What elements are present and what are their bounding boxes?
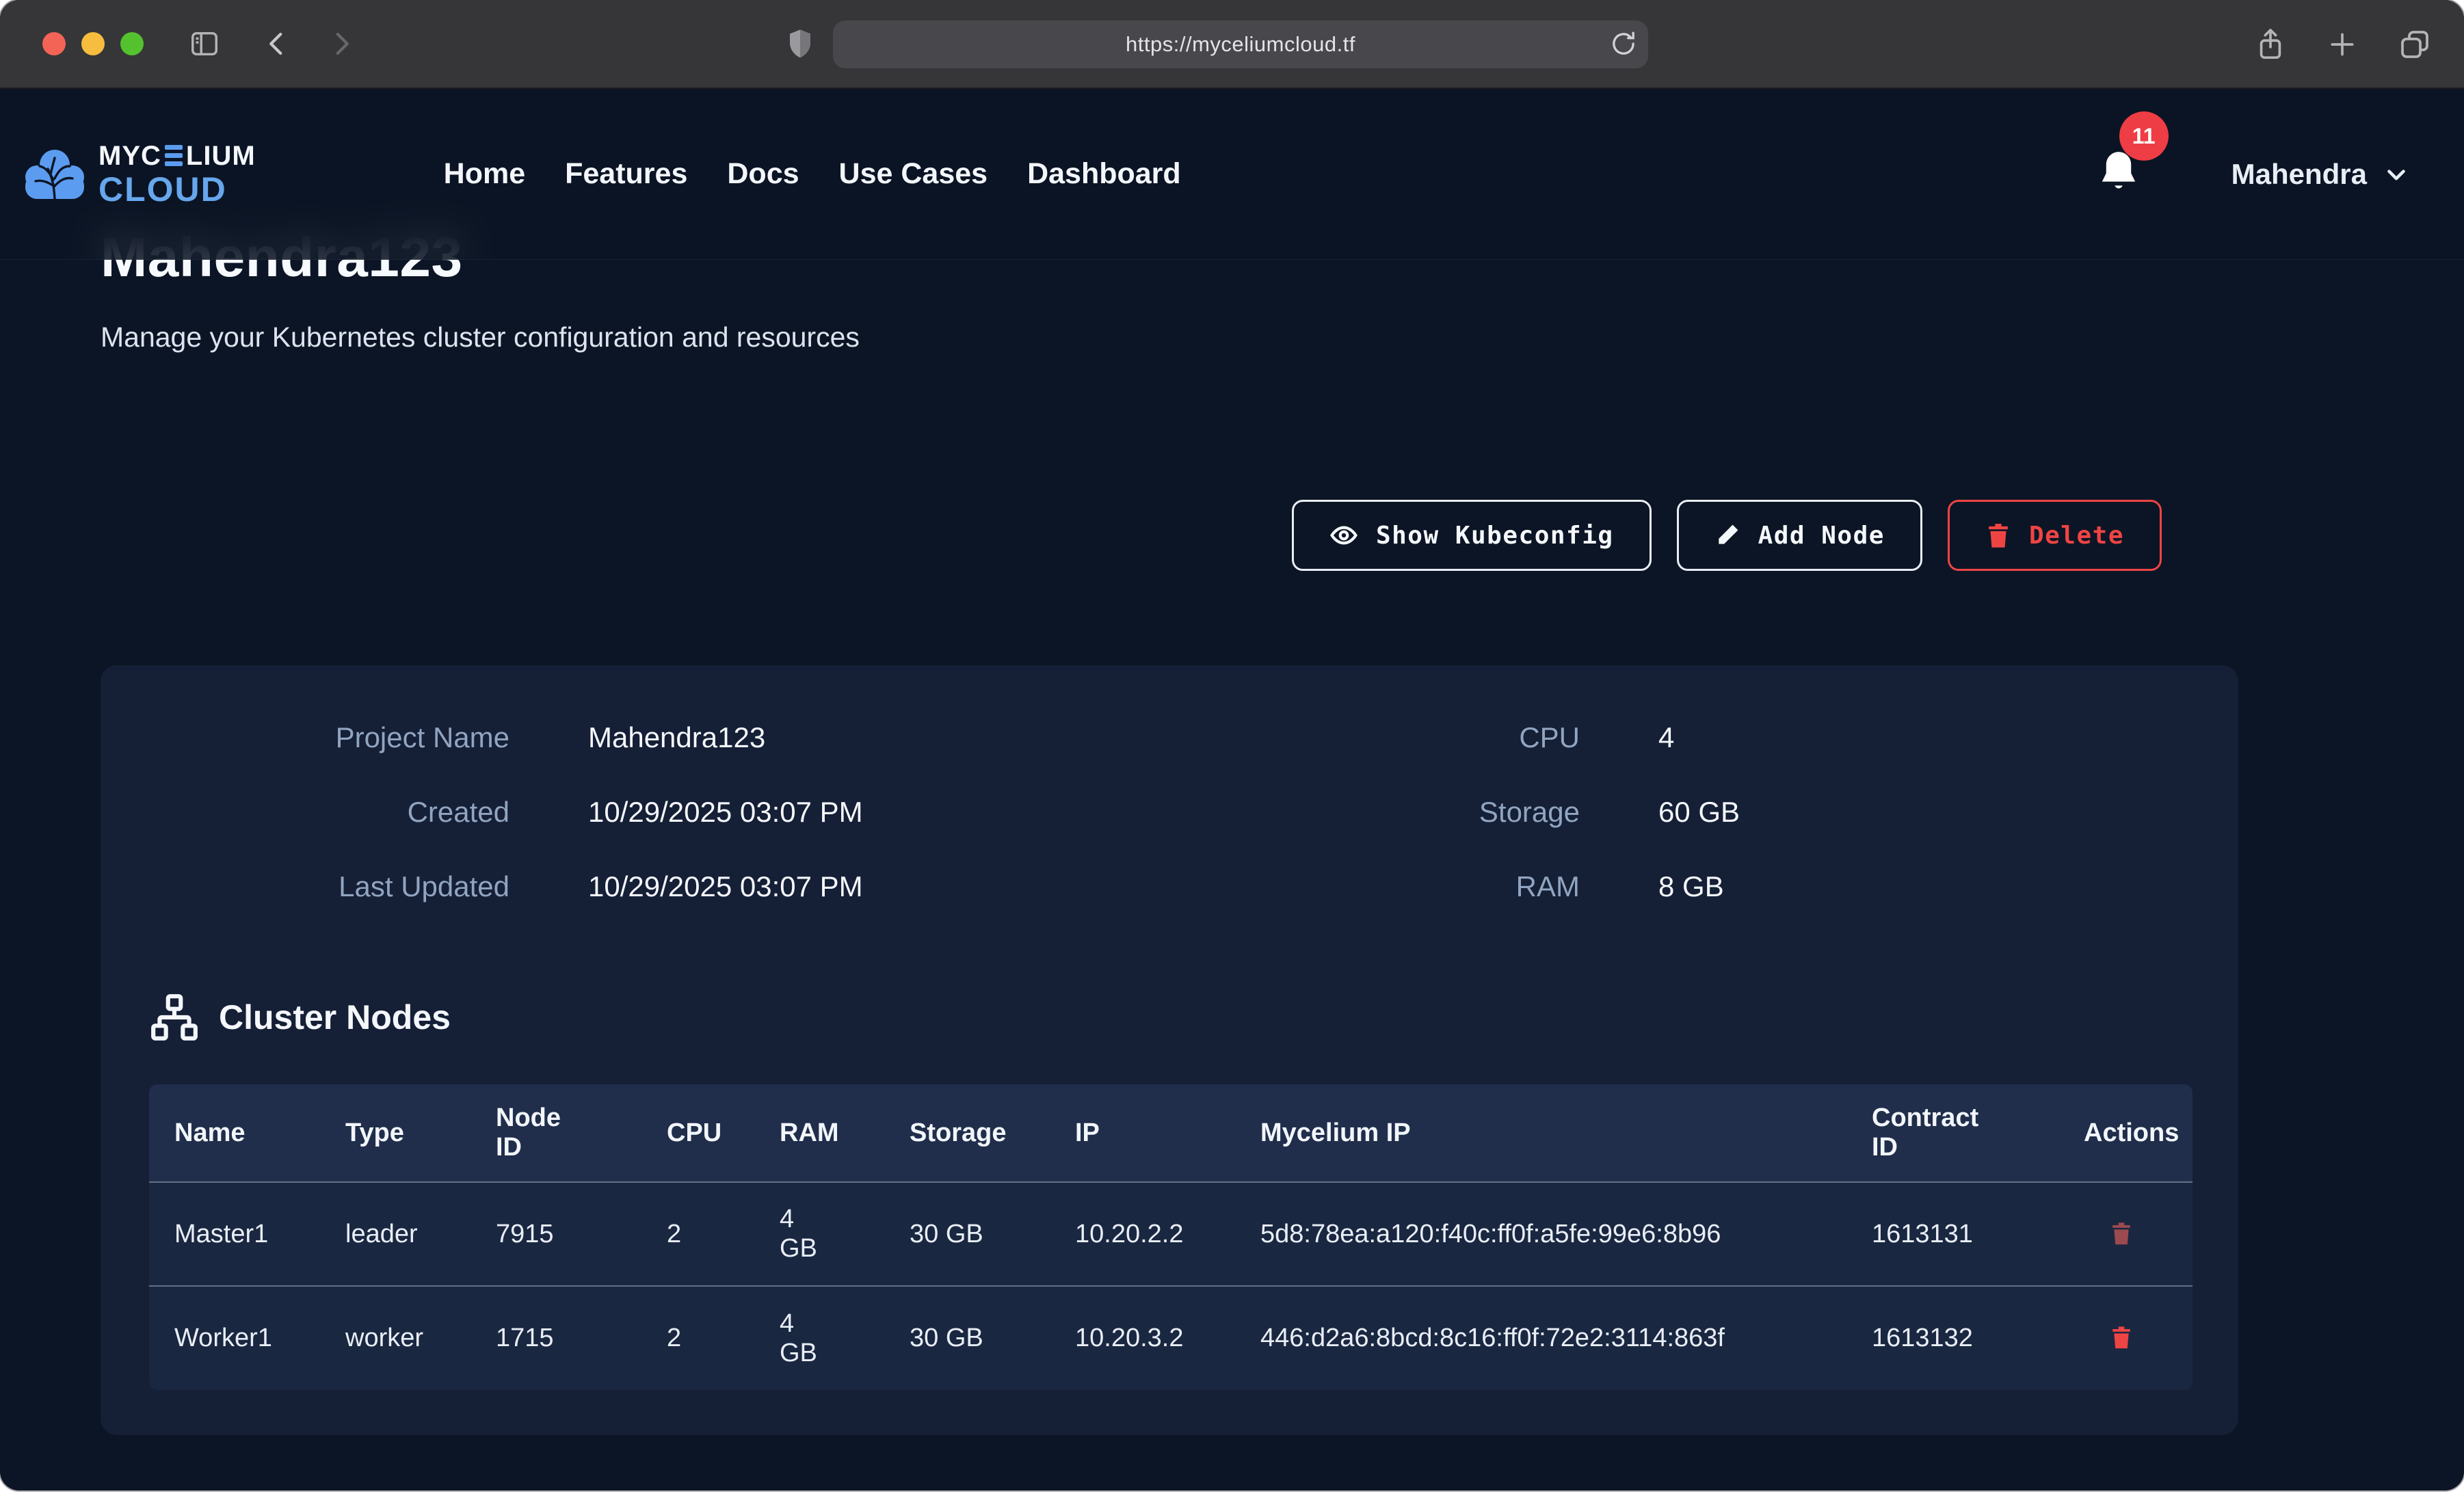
col-node-id: Node ID — [471, 1084, 641, 1182]
cell-type: leader — [320, 1182, 471, 1286]
nav-link-features[interactable]: Features — [565, 157, 687, 191]
chevron-down-icon — [2382, 160, 2411, 189]
url-bar[interactable]: https://myceliumcloud.tf — [833, 21, 1648, 68]
minimize-window-button[interactable] — [81, 32, 105, 55]
cell-actions — [2058, 1286, 2193, 1390]
pencil-icon — [1714, 522, 1740, 548]
add-node-button[interactable]: Add Node — [1677, 500, 1922, 571]
cell-mycelium-ip: 446:d2a6:8bcd:8c16:ff0f:72e2:3114:863f — [1235, 1286, 1846, 1390]
cell-name: Worker1 — [149, 1286, 320, 1390]
back-icon[interactable] — [263, 29, 291, 58]
zoom-window-button[interactable] — [120, 32, 144, 55]
url-text: https://myceliumcloud.tf — [1126, 32, 1355, 57]
cluster-details-card: Project Name Mahendra123 Created 10/29/2… — [101, 665, 2238, 1435]
cell-type: worker — [320, 1286, 471, 1390]
window-controls — [42, 32, 144, 55]
add-node-label: Add Node — [1758, 522, 1885, 550]
nav-links: Home Features Docs Use Cases Dashboard — [444, 157, 1181, 191]
cluster-info: Project Name Mahendra123 Created 10/29/2… — [149, 721, 2193, 903]
privacy-shield-icon[interactable] — [786, 28, 814, 61]
cell-cpu: 2 — [641, 1182, 754, 1286]
show-kubeconfig-button[interactable]: Show Kubeconfig — [1292, 500, 1652, 571]
cell-contract-id: 1613132 — [1846, 1286, 2058, 1390]
site-navbar: MYC LIUM CLOUD Home Features Docs Use Ca… — [0, 89, 2464, 260]
show-kubeconfig-label: Show Kubeconfig — [1376, 522, 1614, 550]
table-row: Worker1 worker 1715 2 4 GB 30 GB 10.20.3… — [149, 1286, 2193, 1390]
refresh-icon[interactable] — [1610, 30, 1637, 57]
cell-storage: 30 GB — [884, 1182, 1050, 1286]
col-storage: Storage — [884, 1084, 1050, 1182]
browser-chrome: https://myceliumcloud.tf — [0, 0, 2464, 89]
col-ip: IP — [1050, 1084, 1235, 1182]
nav-link-home[interactable]: Home — [444, 157, 525, 191]
col-cpu: CPU — [641, 1084, 754, 1182]
col-actions: Actions — [2058, 1084, 2193, 1182]
nodes-table: Name Type Node ID CPU RAM Storage IP Myc… — [149, 1084, 2193, 1390]
info-ram: RAM 8 GB — [1171, 870, 2193, 903]
user-name: Mahendra — [2231, 158, 2367, 191]
mycelium-cloud-logo-icon — [21, 144, 89, 204]
col-contract-id: Contract ID — [1846, 1084, 2058, 1182]
eye-icon — [1329, 521, 1358, 550]
delete-cluster-button[interactable]: Delete — [1948, 500, 2162, 571]
nav-right: 11 Mahendra — [2095, 147, 2411, 201]
col-type: Type — [320, 1084, 471, 1182]
table-header-row: Name Type Node ID CPU RAM Storage IP Myc… — [149, 1084, 2193, 1182]
page-subtitle: Manage your Kubernetes cluster configura… — [101, 321, 2238, 353]
nav-link-use-cases[interactable]: Use Cases — [839, 157, 988, 191]
forward-icon[interactable] — [327, 29, 356, 58]
sidebar-toggle-icon[interactable] — [189, 28, 220, 59]
info-last-updated: Last Updated 10/29/2025 03:07 PM — [149, 870, 1171, 903]
browser-window: https://myceliumcloud.tf — [0, 0, 2464, 1490]
cell-ram: 4 GB — [754, 1286, 884, 1390]
share-icon[interactable] — [2255, 27, 2286, 62]
delete-label: Delete — [2029, 522, 2124, 550]
main-content: Mahendra123 Manage your Kubernetes clust… — [0, 89, 2464, 1435]
cell-mycelium-ip: 5d8:78ea:a120:f40c:ff0f:a5fe:99e6:8b96 — [1235, 1182, 1846, 1286]
col-mycelium-ip: Mycelium IP — [1235, 1084, 1846, 1182]
notification-badge: 11 — [2119, 111, 2169, 161]
user-menu[interactable]: Mahendra — [2231, 158, 2411, 191]
new-tab-icon[interactable] — [2327, 29, 2357, 59]
info-created: Created 10/29/2025 03:07 PM — [149, 796, 1171, 829]
webpage: Mahendra123 Manage your Kubernetes clust… — [0, 89, 2464, 1490]
network-nodes-icon — [149, 992, 200, 1043]
cell-ip: 10.20.3.2 — [1050, 1286, 1235, 1390]
cell-name: Master1 — [149, 1182, 320, 1286]
cell-node-id: 1715 — [471, 1286, 641, 1390]
cell-actions — [2058, 1182, 2193, 1286]
notifications-button[interactable]: 11 — [2095, 147, 2143, 201]
delete-node-icon[interactable] — [2110, 1324, 2133, 1352]
address-area: https://myceliumcloud.tf — [786, 21, 1648, 68]
brand-logo[interactable]: MYC LIUM CLOUD — [21, 142, 256, 206]
cell-contract-id: 1613131 — [1846, 1182, 2058, 1286]
nav-link-dashboard[interactable]: Dashboard — [1027, 157, 1181, 191]
nav-link-docs[interactable]: Docs — [727, 157, 799, 191]
close-window-button[interactable] — [42, 32, 66, 55]
chrome-right-buttons — [2255, 0, 2431, 89]
cell-cpu: 2 — [641, 1286, 754, 1390]
info-storage: Storage 60 GB — [1171, 796, 2193, 829]
cluster-nodes-title: Cluster Nodes — [219, 997, 451, 1037]
tab-overview-icon[interactable] — [2398, 28, 2431, 61]
brand-e-bars-icon — [165, 145, 183, 166]
table-row: Master1 leader 7915 2 4 GB 30 GB 10.20.2… — [149, 1182, 2193, 1286]
cluster-actions: Show Kubeconfig Add Node Delete — [101, 500, 2238, 571]
trash-icon — [1985, 522, 2011, 549]
info-cpu: CPU 4 — [1171, 721, 2193, 754]
cell-storage: 30 GB — [884, 1286, 1050, 1390]
cell-ip: 10.20.2.2 — [1050, 1182, 1235, 1286]
brand-text: MYC LIUM CLOUD — [98, 142, 256, 206]
col-name: Name — [149, 1084, 320, 1182]
info-project-name: Project Name Mahendra123 — [149, 721, 1171, 754]
col-ram: RAM — [754, 1084, 884, 1182]
cell-node-id: 7915 — [471, 1182, 641, 1286]
cluster-nodes-header: Cluster Nodes — [149, 992, 2193, 1043]
delete-node-icon[interactable] — [2110, 1220, 2133, 1248]
cell-ram: 4 GB — [754, 1182, 884, 1286]
